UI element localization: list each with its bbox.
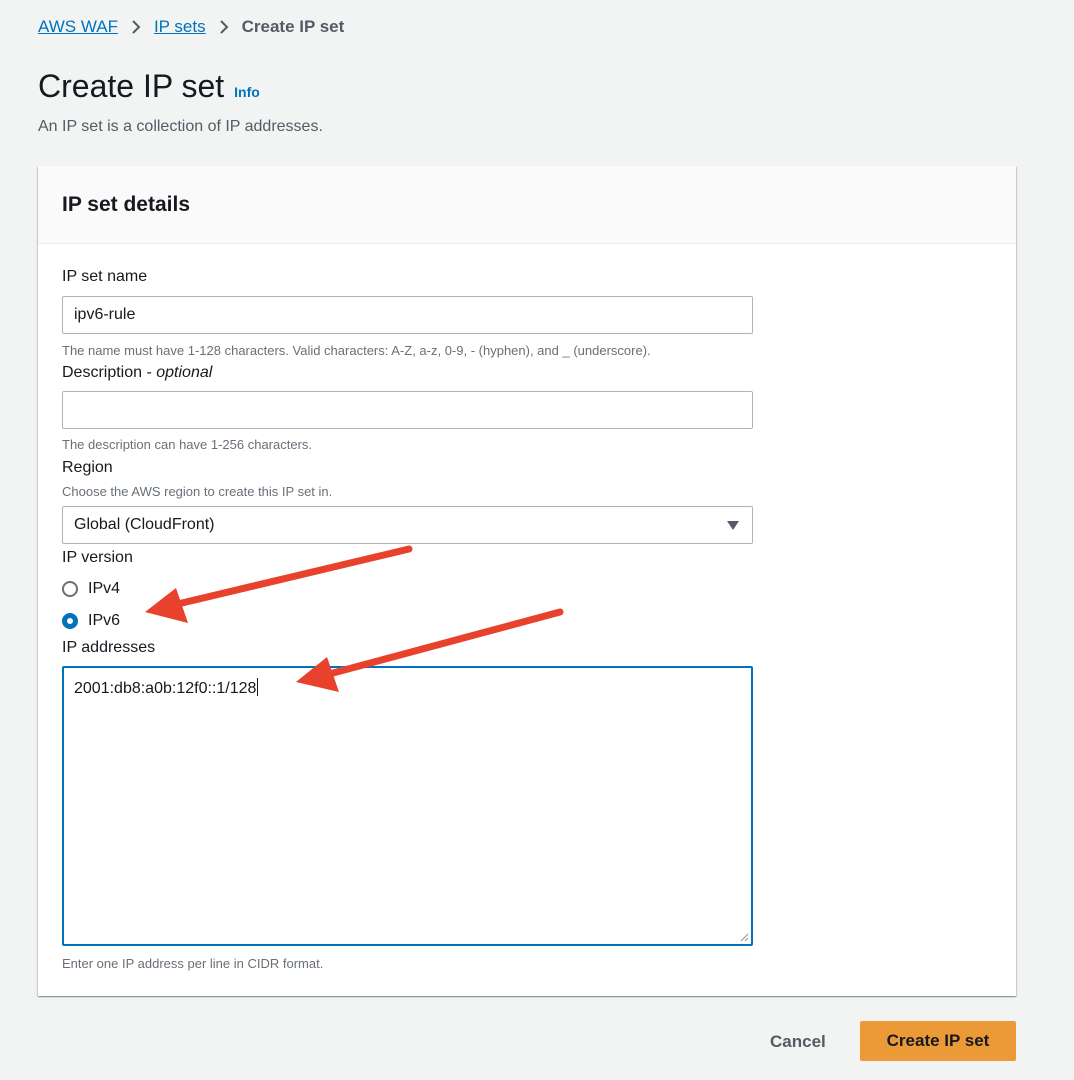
ipv6-radio[interactable] <box>62 613 78 629</box>
resize-handle-icon[interactable] <box>739 932 749 942</box>
ip-addresses-textarea[interactable]: 2001:db8:a0b:12f0::1/128 <box>62 666 753 946</box>
region-label: Region <box>62 459 113 476</box>
ipv4-option[interactable]: IPv4 <box>62 580 120 598</box>
description-label: Description - optional <box>62 364 212 382</box>
text-cursor <box>257 678 259 696</box>
breadcrumb-ip-sets[interactable]: IP sets <box>154 17 206 37</box>
page-title-text: Create IP set <box>38 68 225 104</box>
chevron-right-icon <box>219 20 229 34</box>
info-link[interactable]: Info <box>234 84 260 100</box>
ip-version-label: IP version <box>62 549 133 566</box>
region-select-value: Global (CloudFront) <box>74 516 215 533</box>
panel-header: IP set details <box>38 166 1016 244</box>
panel-title: IP set details <box>62 192 191 216</box>
caret-down-icon <box>727 520 739 530</box>
ip-set-name-input[interactable] <box>62 296 753 334</box>
description-label-text: Description - <box>62 364 157 381</box>
region-select[interactable]: Global (CloudFront) <box>62 506 753 544</box>
ip-set-details-panel: IP set details IP set name The name must… <box>38 166 1016 996</box>
description-hint: The description can have 1-256 character… <box>62 437 313 452</box>
ipv4-radio[interactable] <box>62 581 78 597</box>
ipv6-label: IPv6 <box>88 612 121 629</box>
page-title: Create IP set Info <box>38 68 260 105</box>
region-hint: Choose the AWS region to create this IP … <box>62 484 333 499</box>
breadcrumb-current: Create IP set <box>241 17 345 36</box>
create-ip-set-button[interactable]: Create IP set <box>860 1021 1016 1061</box>
cancel-button[interactable]: Cancel <box>770 1032 826 1052</box>
breadcrumb-aws-waf[interactable]: AWS WAF <box>38 17 118 37</box>
chevron-right-icon <box>131 20 141 34</box>
ip-addresses-value: 2001:db8:a0b:12f0::1/128 <box>74 680 257 697</box>
ip-addresses-label: IP addresses <box>62 639 156 656</box>
ipv4-label: IPv4 <box>88 580 121 597</box>
ip-set-name-label: IP set name <box>62 268 148 285</box>
ipv6-option[interactable]: IPv6 <box>62 612 120 630</box>
description-input[interactable] <box>62 391 753 429</box>
ip-addresses-hint: Enter one IP address per line in CIDR fo… <box>62 956 324 971</box>
ip-set-name-hint: The name must have 1-128 characters. Val… <box>62 343 651 358</box>
breadcrumb: AWS WAF IP sets Create IP set <box>38 17 344 37</box>
page-description: An IP set is a collection of IP addresse… <box>38 118 323 135</box>
optional-tag: optional <box>156 364 213 381</box>
